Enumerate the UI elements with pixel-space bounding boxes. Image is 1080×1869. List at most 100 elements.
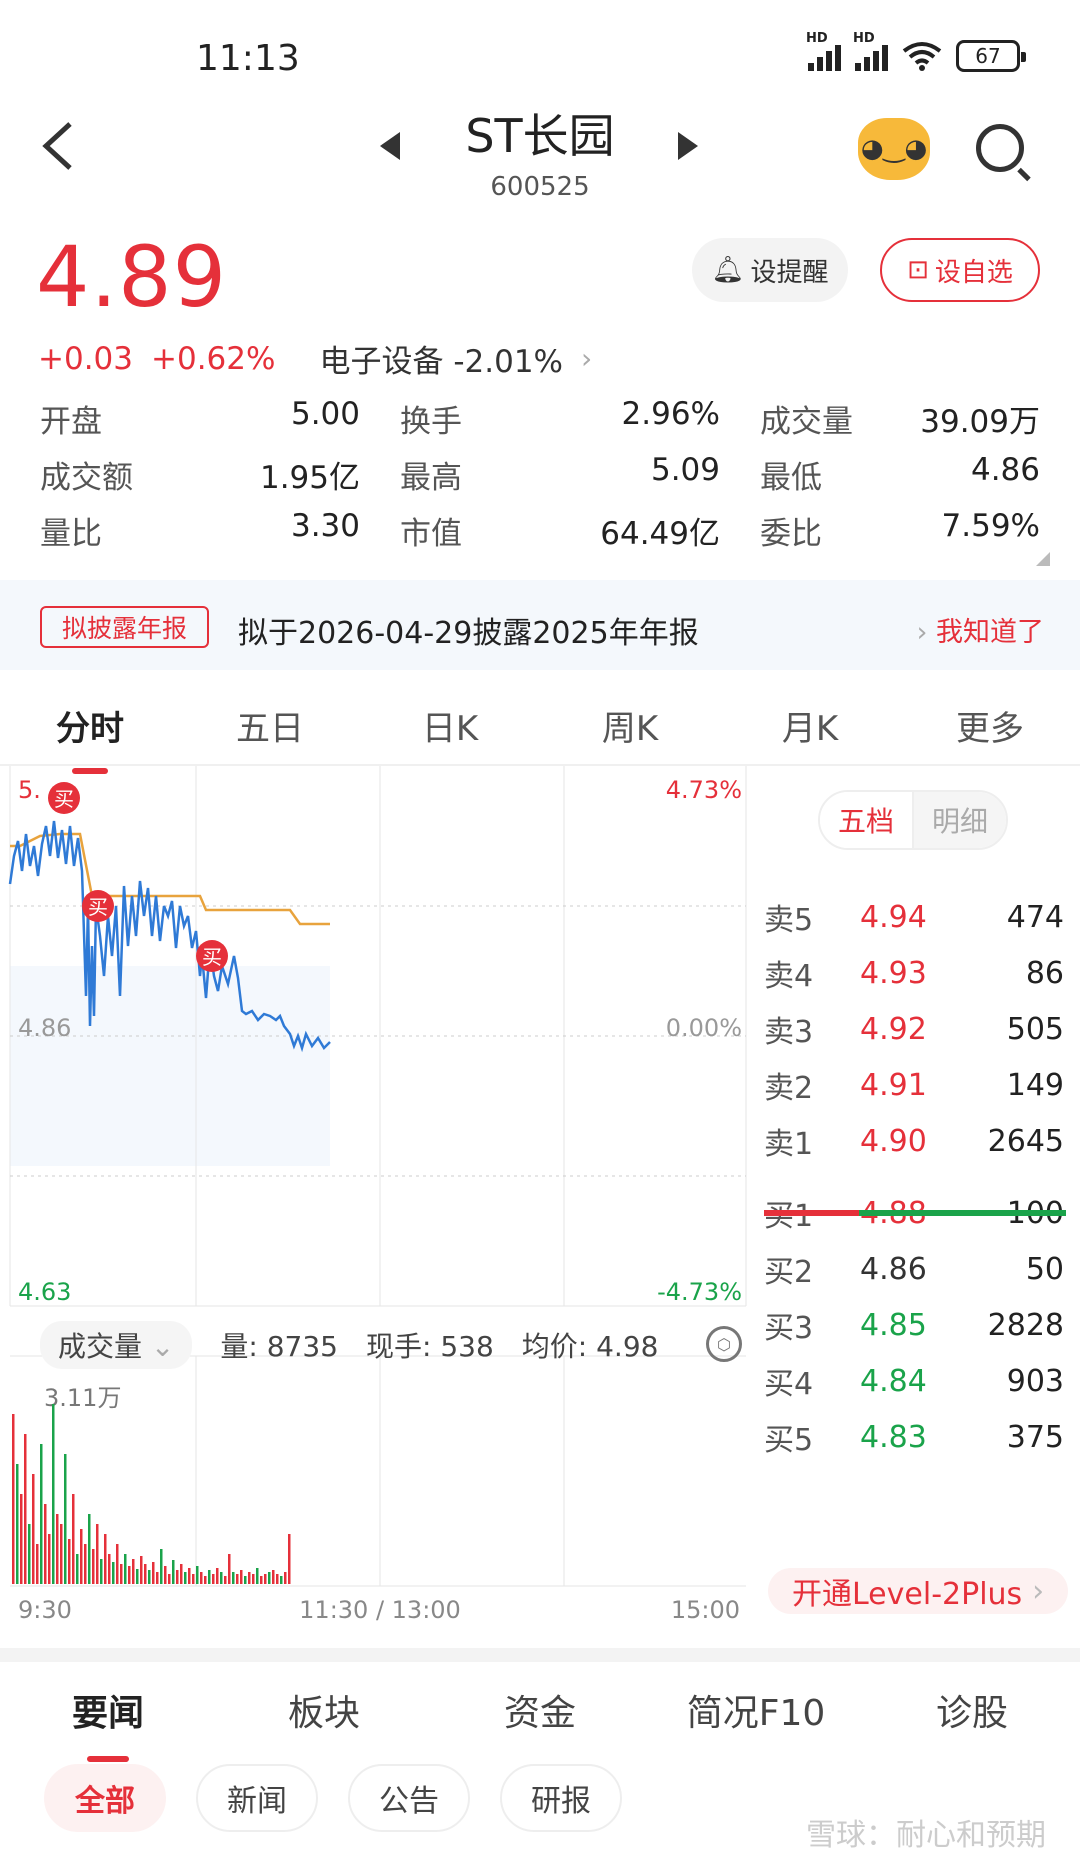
stat-cell: 换手 2.96% [400, 396, 760, 441]
stat-cell: 最低 4.86 [760, 452, 1040, 497]
notice-text: 拟于2026-04-29披露2025年年报 [238, 616, 699, 651]
volume-bar [108, 1554, 111, 1584]
search-icon[interactable] [976, 124, 1024, 172]
chevron-right-icon: › [916, 617, 936, 648]
level-volume: 903 [1006, 1363, 1064, 1399]
chart-tab[interactable]: 更多 [900, 701, 1080, 750]
filter-chip[interactable]: 新闻 [196, 1764, 318, 1832]
tab-details[interactable]: 明细 [912, 792, 1006, 848]
volume-bar [176, 1570, 179, 1584]
volume-bar [228, 1554, 231, 1584]
volume-bar [76, 1554, 79, 1584]
news-tab[interactable]: 简况F10 [648, 1684, 864, 1736]
level2-upgrade-button[interactable]: 开通Level-2Plus › [768, 1568, 1068, 1614]
level-label: 卖3 [764, 1015, 814, 1050]
add-watchlist-button[interactable]: ⊡ 设自选 [880, 238, 1040, 302]
chart-tab[interactable]: 五日 [180, 701, 360, 750]
indicator-select[interactable]: 成交量 ⌄ [40, 1321, 193, 1369]
settings-icon[interactable]: ⬡ [706, 1326, 742, 1362]
orderbook-row[interactable]: 卖3 4.92 505 [764, 1004, 1064, 1054]
level-price: 4.92 [860, 1011, 927, 1047]
y-bottom-label: 4.63 [18, 1278, 71, 1306]
stat-value: 3.30 [290, 507, 360, 544]
volume-bar [232, 1572, 235, 1584]
y-mid-label: 4.86 [18, 1014, 71, 1042]
average-price: 均价: 4.98 [521, 1330, 659, 1363]
volume-bar [92, 1549, 95, 1584]
volume-bar [44, 1504, 47, 1584]
orderbook-row[interactable]: 买5 4.83 375 [764, 1412, 1064, 1462]
stats-row: 成交额 1.95亿 最高 5.09 最低 4.86 [40, 446, 1040, 502]
indicator-select-label: 成交量 [58, 1330, 143, 1363]
orderbook-row[interactable]: 卖5 4.94 474 [764, 892, 1064, 942]
volume-max-label: 3.11万 [44, 1384, 121, 1412]
volume-bar [196, 1566, 199, 1584]
add-watchlist-label: 设自选 [934, 257, 1013, 288]
volume-value: 量: 8735 [220, 1330, 338, 1363]
volume-bar [84, 1544, 87, 1584]
volume-bar [12, 1414, 15, 1584]
volume-bar [48, 1534, 51, 1584]
buy-markers[interactable]: 买 买 买 [48, 782, 228, 972]
next-stock-icon[interactable] [678, 132, 698, 160]
hd-label-2: HD [853, 31, 875, 46]
chart-tab[interactable]: 分时 [0, 701, 180, 750]
news-tab[interactable]: 资金 [432, 1684, 648, 1736]
stat-value: 2.96% [621, 395, 720, 432]
orderbook-row[interactable]: 买2 4.86 50 [764, 1244, 1064, 1294]
news-tab[interactable]: 板块 [216, 1684, 432, 1736]
orderbook-row[interactable]: 卖4 4.93 86 [764, 948, 1064, 998]
tab-five-levels[interactable]: 五档 [820, 792, 912, 848]
level-volume: 375 [1006, 1419, 1064, 1455]
filter-chip[interactable]: 研报 [500, 1764, 622, 1832]
volume-bar [72, 1494, 75, 1584]
volume-bar [68, 1539, 71, 1584]
stats-row: 开盘 5.00 换手 2.96% 成交量 39.09万 [40, 390, 1040, 446]
price-change: +0.03 [38, 340, 133, 377]
notice-tag: 拟披露年报 [40, 606, 210, 648]
news-filter-chips: 全部 新闻 公告 研报 [44, 1764, 622, 1832]
level-label: 买3 [764, 1311, 814, 1346]
orderbook-row[interactable]: 买3 4.85 2828 [764, 1300, 1064, 1350]
filter-chip[interactable]: 全部 [44, 1764, 166, 1832]
volume-bar [20, 1494, 23, 1584]
notice-ack-button[interactable]: › 我知道了 [917, 610, 1044, 649]
news-tab[interactable]: 要闻 [0, 1684, 216, 1736]
orderbook-row[interactable]: 卖2 4.91 149 [764, 1060, 1064, 1110]
y-top-label: 5. [18, 776, 41, 804]
orderbook-row[interactable]: 卖1 4.90 2645 [764, 1116, 1064, 1166]
stat-value: 64.49亿 [600, 515, 720, 552]
pct-mid-label: 0.00% [666, 1014, 742, 1042]
volume-bar [152, 1562, 155, 1584]
chart-tab[interactable]: 周K [540, 701, 720, 750]
volume-bar [64, 1454, 67, 1584]
buy-sell-ratio-bar [764, 1210, 1066, 1216]
level-label: 卖2 [764, 1071, 814, 1106]
stock-code: 600525 [490, 172, 590, 202]
sector-name: 电子设备 [319, 344, 444, 380]
news-tab[interactable]: 诊股 [864, 1684, 1080, 1736]
sector-link[interactable]: 电子设备 -2.01% [319, 336, 563, 381]
volume-bar [256, 1568, 259, 1584]
stat-cell: 成交额 1.95亿 [40, 452, 400, 497]
filter-chip[interactable]: 公告 [348, 1764, 470, 1832]
notice-ack-label: 我知道了 [936, 617, 1044, 648]
sector-change: -2.01% [453, 344, 563, 380]
chart-tab[interactable]: 月K [720, 701, 900, 750]
status-icons: HD HD 67 [806, 31, 1026, 72]
news-tabs: 要闻 板块 资金 简况F10 诊股 [0, 1675, 1080, 1745]
volume-bar [32, 1474, 35, 1584]
chart-tab[interactable]: 日K [360, 701, 540, 750]
expand-corner-icon[interactable] [1036, 552, 1050, 566]
mascot-icon[interactable]: ◕‿◕ [858, 118, 930, 180]
intraday-chart[interactable]: 买 买 买 5. 4.86 4.63 4.73% 0.00% -4.73% 3.… [0, 766, 760, 1646]
orderbook-row[interactable]: 买4 4.84 903 [764, 1356, 1064, 1406]
volume-bar [264, 1574, 267, 1584]
level-volume: 50 [1025, 1251, 1064, 1287]
level-price: 4.90 [860, 1123, 927, 1159]
chevron-right-icon[interactable]: › [581, 342, 592, 375]
stat-value: 5.09 [650, 451, 720, 488]
set-alert-button[interactable]: 🔔︎ 设提醒 [692, 238, 848, 302]
volume-bar [88, 1514, 91, 1584]
volume-bar [148, 1570, 151, 1584]
